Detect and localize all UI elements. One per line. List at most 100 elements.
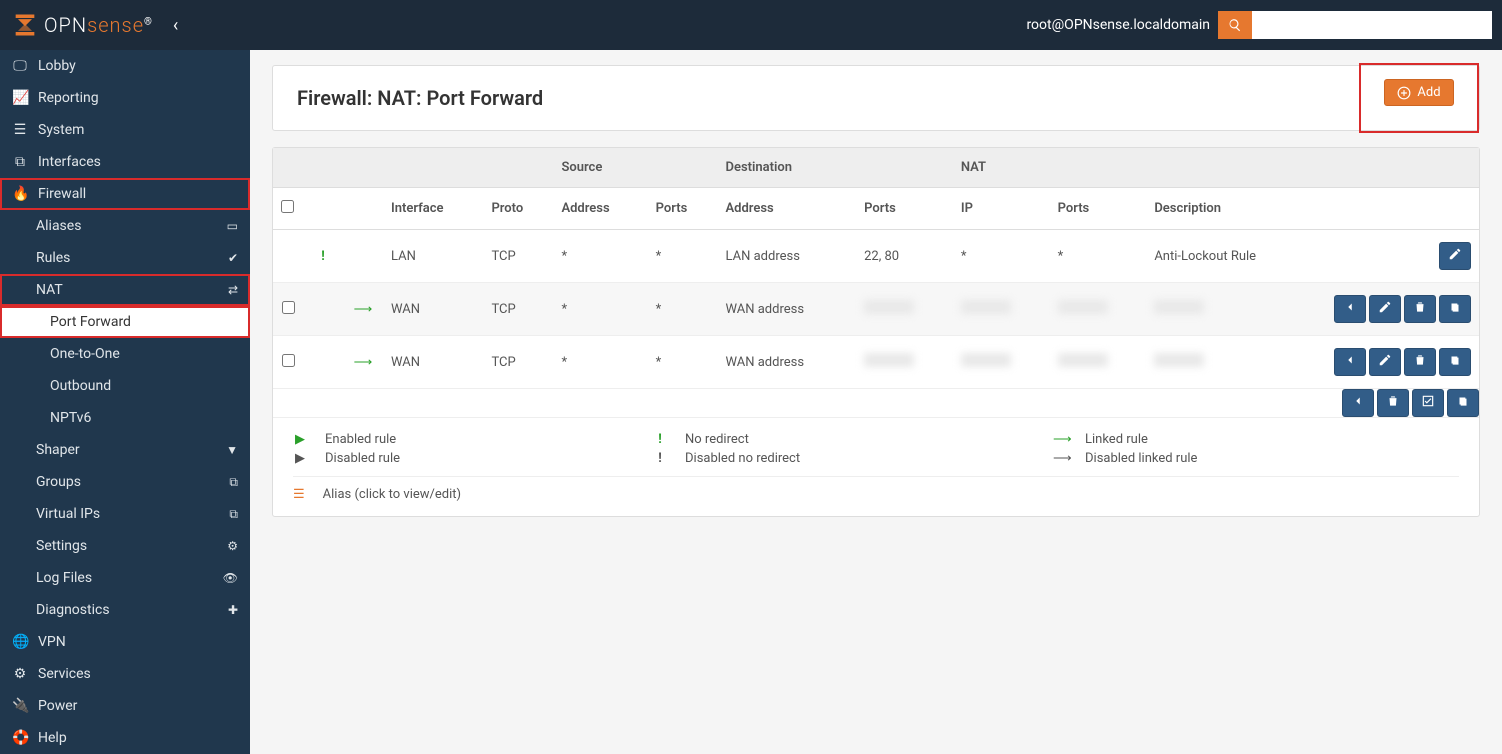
gear-icon: ⚙	[12, 666, 28, 682]
row-checkbox[interactable]	[282, 354, 295, 367]
list-icon: ☰	[293, 487, 305, 502]
sidebar-item-diagnostics[interactable]: Diagnostics✚	[0, 594, 250, 626]
sidebar-item-aliases[interactable]: Aliases▭	[0, 210, 250, 242]
cell-interface: LAN	[383, 230, 483, 283]
exclaim-icon: !	[321, 249, 325, 264]
sidebar-item-power[interactable]: 🔌Power	[0, 690, 250, 722]
table-row[interactable]: ⟶ WAN TCP * * WAN address	[273, 283, 1479, 336]
sidebar-item-vpn[interactable]: 🌐VPN	[0, 626, 250, 658]
sidebar-item-nat[interactable]: NAT⇄	[0, 274, 250, 306]
edit-button[interactable]	[1439, 242, 1471, 270]
legend: ▶Enabled rule !No redirect ⟶Linked rule …	[273, 417, 1479, 516]
link-icon: ⟶	[354, 302, 373, 317]
sidebar-item-settings[interactable]: Settings⚙	[0, 530, 250, 562]
copy-button[interactable]	[1439, 295, 1471, 323]
medkit-icon: ✚	[228, 603, 238, 617]
left-icon	[1351, 394, 1365, 412]
sidebar-item-lobby[interactable]: 🖵Lobby	[0, 50, 250, 82]
copy-button[interactable]	[1447, 389, 1479, 417]
monitor-icon: 🖵	[12, 58, 28, 74]
table-row[interactable]: ⟶ WAN TCP * * WAN address	[273, 336, 1479, 389]
add-highlight-box: Add	[1359, 63, 1479, 133]
user-label[interactable]: root@OPNsense.localdomain	[1026, 17, 1210, 33]
cell-description	[1146, 336, 1319, 389]
left-button[interactable]	[1334, 348, 1366, 376]
check-icon	[1421, 394, 1435, 412]
page-title: Firewall: NAT: Port Forward	[297, 86, 543, 110]
left-button[interactable]	[1334, 295, 1366, 323]
col-nat-ip: IP	[953, 188, 1050, 230]
col-group-source: Source	[553, 148, 717, 188]
exclaim-dark-icon: !	[653, 451, 667, 466]
sidebar-item-interfaces[interactable]: ⧉Interfaces	[0, 146, 250, 178]
exclaim-icon: !	[653, 432, 667, 447]
search-input[interactable]	[1252, 11, 1492, 39]
sidebar-item-firewall[interactable]: 🔥Firewall	[0, 178, 250, 210]
logo-icon	[10, 10, 40, 40]
sidebar-item-system[interactable]: ☰System	[0, 114, 250, 146]
main-content: Firewall: NAT: Port Forward Add Source D…	[250, 50, 1502, 754]
sitemap-icon: ⧉	[12, 154, 28, 170]
sidebar-item-log-files[interactable]: Log Files👁	[0, 562, 250, 594]
sidebar-item-services[interactable]: ⚙Services	[0, 658, 250, 690]
globe-icon: 🌐	[12, 634, 28, 650]
chart-icon: 📈	[12, 90, 28, 106]
check-button[interactable]	[1412, 389, 1444, 417]
copy-icon	[1456, 394, 1470, 412]
copy-icon	[1448, 353, 1462, 371]
sidebar-item-virtual-ips[interactable]: Virtual IPs⧉	[0, 498, 250, 530]
edit-button[interactable]	[1369, 348, 1401, 376]
sidebar-item-outbound[interactable]: Outbound	[0, 370, 250, 402]
cell-nat-ports	[1050, 336, 1147, 389]
cell-interface: WAN	[383, 336, 483, 389]
trash-button[interactable]	[1404, 348, 1436, 376]
col-src-ports: Ports	[648, 188, 718, 230]
sidebar-item-groups[interactable]: Groups⧉	[0, 466, 250, 498]
left-button[interactable]	[1342, 389, 1374, 417]
sidebar-item-nptv6[interactable]: NPTv6	[0, 402, 250, 434]
trash-button[interactable]	[1404, 295, 1436, 323]
sidebar-item-shaper[interactable]: Shaper▼	[0, 434, 250, 466]
bars-icon: ☰	[12, 122, 28, 138]
edit-icon	[1448, 247, 1462, 265]
cell-dest-ports	[856, 336, 953, 389]
cell-dest-addr: WAN address	[717, 283, 856, 336]
table-row[interactable]: ! LAN TCP * * LAN address 22, 80 * * Ant…	[273, 230, 1479, 283]
edit-icon	[1378, 300, 1392, 318]
copy-button[interactable]	[1439, 348, 1471, 376]
sidebar-item-help[interactable]: 🛟Help	[0, 722, 250, 754]
col-interface: Interface	[383, 188, 483, 230]
search-button[interactable]	[1218, 11, 1252, 39]
col-dest-addr: Address	[717, 188, 856, 230]
sidebar-item-one-to-one[interactable]: One-to-One	[0, 338, 250, 370]
add-button[interactable]: Add	[1384, 79, 1453, 106]
cell-dest-ports	[856, 283, 953, 336]
rules-table: Source Destination NAT Interface Proto A…	[273, 148, 1479, 417]
row-checkbox[interactable]	[282, 301, 295, 314]
cell-src-ports: *	[648, 283, 718, 336]
sidebar-item-reporting[interactable]: 📈Reporting	[0, 82, 250, 114]
logo[interactable]: OPNsense®	[10, 10, 153, 40]
cell-src-addr: *	[553, 336, 647, 389]
lifering-icon: 🛟	[12, 730, 28, 746]
copy-icon: ⧉	[229, 507, 238, 522]
cell-proto: TCP	[483, 230, 553, 283]
sidebar-item-port-forward[interactable]: Port Forward	[0, 306, 250, 338]
copy-icon	[1448, 300, 1462, 318]
select-all-checkbox[interactable]	[281, 200, 294, 213]
trash-icon	[1413, 300, 1427, 318]
tag-icon: ▭	[227, 219, 238, 233]
cell-dest-addr: LAN address	[717, 230, 856, 283]
col-nat-ports: Ports	[1050, 188, 1147, 230]
left-icon	[1343, 300, 1357, 318]
trash-icon	[1413, 353, 1427, 371]
edit-button[interactable]	[1369, 295, 1401, 323]
page-header: Firewall: NAT: Port Forward Add	[272, 65, 1480, 131]
sidebar-toggle-icon[interactable]: ‹	[173, 15, 178, 36]
col-group-destination: Destination	[717, 148, 952, 188]
cell-description	[1146, 283, 1319, 336]
col-dest-ports: Ports	[856, 188, 953, 230]
sidebar-item-rules[interactable]: Rules✔	[0, 242, 250, 274]
trash-button[interactable]	[1377, 389, 1409, 417]
cell-src-ports: *	[648, 230, 718, 283]
